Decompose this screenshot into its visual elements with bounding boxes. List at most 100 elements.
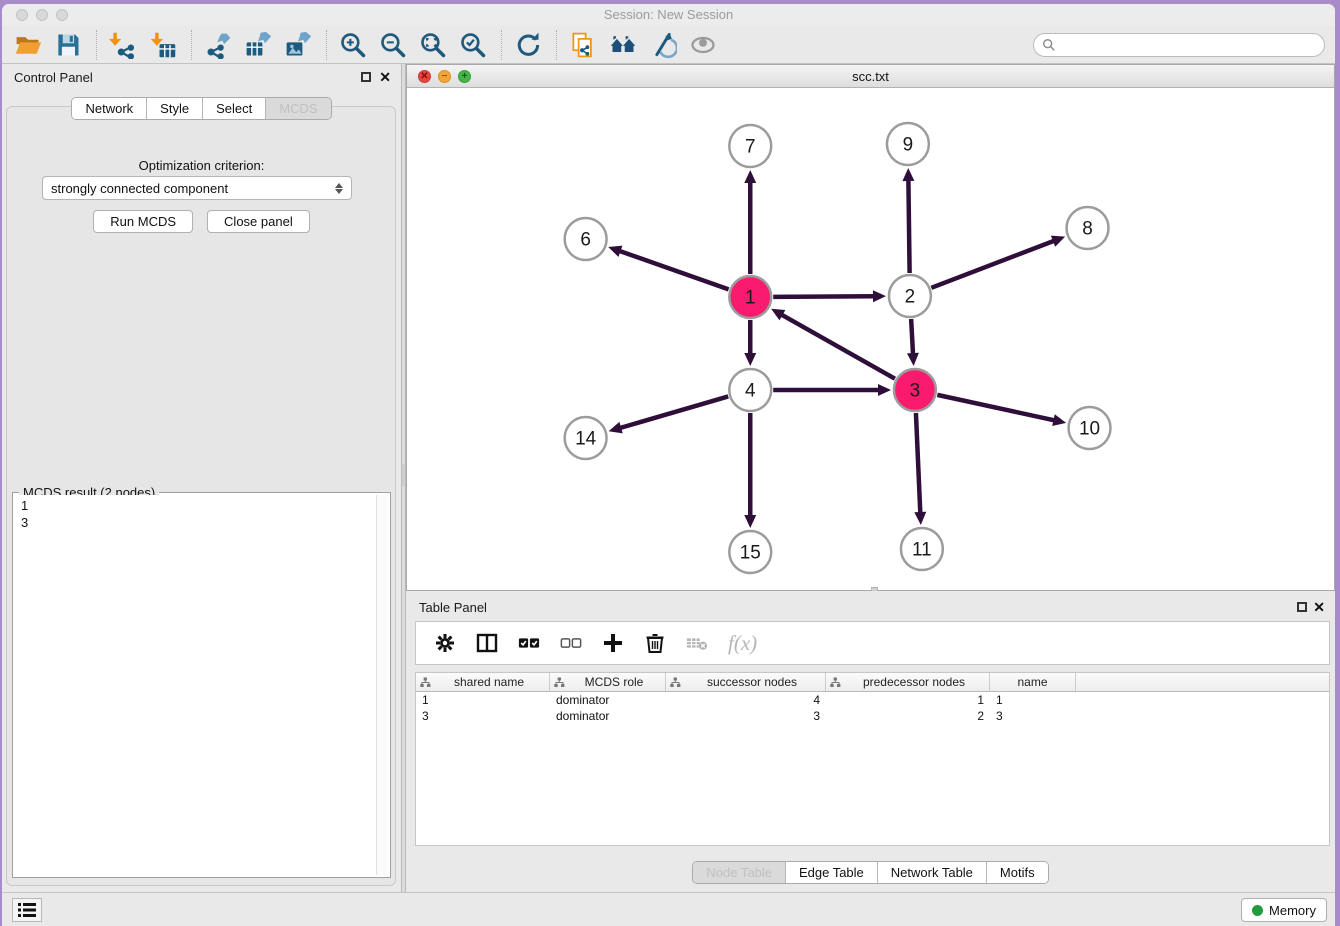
network-edge-2-3[interactable] [911,319,913,355]
network-node-9[interactable]: 9 [887,123,929,165]
node-label: 10 [1079,418,1100,439]
node-table-body: 1dominator4113dominator323 [416,692,1329,724]
network-edge-4-14[interactable] [619,396,728,428]
zoom-out-icon[interactable] [377,29,409,61]
column-header-shared-name[interactable]: shared name [416,673,550,691]
deselect-all-icon[interactable] [560,632,582,654]
delete-row-icon[interactable] [644,632,666,654]
cell-MCDS-role[interactable]: dominator [550,708,666,724]
table-row[interactable]: 3dominator323 [416,708,1329,724]
table-row[interactable]: 1dominator411 [416,692,1329,708]
network-node-6[interactable]: 6 [565,218,607,260]
column-header-name[interactable]: name [990,673,1076,691]
show-hide-graphics-details-icon[interactable] [647,29,679,61]
dropdown-value: strongly connected component [51,181,228,196]
column-header-MCDS-role[interactable]: MCDS role [550,673,666,691]
save-session-icon[interactable] [52,29,84,61]
main-toolbar [2,26,1335,64]
network-edge-3-1[interactable] [781,314,895,379]
cell-successor-nodes[interactable]: 4 [666,692,826,708]
tab-select[interactable]: Select [203,98,266,119]
optimization-criterion-dropdown[interactable]: strongly connected component [42,176,352,200]
cell-name[interactable]: 1 [990,692,1076,708]
cell-MCDS-role[interactable]: dominator [550,692,666,708]
cell-predecessor-nodes[interactable]: 1 [826,692,990,708]
zoom-fit-content-icon[interactable] [417,29,449,61]
network-edge-1-6[interactable] [619,251,729,290]
network-edge-2-8[interactable] [931,240,1055,287]
mcds-result-list[interactable]: 13 [15,495,375,875]
tab-network-table[interactable]: Network Table [878,862,987,883]
edge-arrowhead [902,168,914,181]
table-panel-tabs: Node TableEdge TableNetwork TableMotifs [406,861,1335,884]
cell-shared-name[interactable]: 1 [416,692,550,708]
network-node-1[interactable]: 1 [729,276,771,318]
open-session-icon[interactable] [12,29,44,61]
network-node-15[interactable]: 15 [729,531,771,573]
network-edge-3-11[interactable] [916,413,920,514]
divider-grip[interactable] [402,464,405,486]
close-panel-button[interactable]: Close panel [207,210,310,233]
export-image-icon[interactable] [282,29,314,61]
network-graph[interactable]: 7 9 6 8 1 2 4 3 14 10 15 11 [407,88,1334,590]
network-node-3[interactable]: 3 [894,369,936,411]
network-node-11[interactable]: 11 [901,528,943,570]
network-node-2[interactable]: 2 [889,275,931,317]
network-view-titlebar[interactable]: ✕ − + scc.txt [407,65,1334,88]
search-input[interactable] [1056,35,1324,55]
float-table-panel-icon[interactable] [1297,602,1307,612]
import-table-icon[interactable] [147,29,179,61]
zoom-selected-icon[interactable] [457,29,489,61]
delete-column-icon[interactable] [686,632,708,654]
import-network-icon[interactable] [107,29,139,61]
tab-style[interactable]: Style [147,98,203,119]
function-builder-icon[interactable]: f(x) [728,631,757,656]
network-node-14[interactable]: 14 [565,417,607,459]
refresh-icon[interactable] [512,29,544,61]
export-network-icon[interactable] [202,29,234,61]
column-type-icon [830,677,841,688]
mcds-result-item[interactable]: 1 [21,497,375,514]
gear-icon[interactable] [434,632,456,654]
export-table-icon[interactable] [242,29,274,61]
node-label: 11 [912,539,932,560]
float-panel-icon[interactable] [361,72,371,82]
task-history-button[interactable] [12,898,42,922]
zoom-in-icon[interactable] [337,29,369,61]
search-icon [1042,38,1056,52]
node-table-header: shared nameMCDS rolesuccessor nodesprede… [416,673,1329,692]
clone-network-icon[interactable] [567,29,599,61]
cell-name[interactable]: 3 [990,708,1076,724]
network-node-7[interactable]: 7 [729,125,771,167]
tab-mcds[interactable]: MCDS [266,98,330,119]
column-header-successor-nodes[interactable]: successor nodes [666,673,826,691]
tab-network[interactable]: Network [72,98,147,119]
network-node-10[interactable]: 10 [1069,407,1111,449]
memory-button[interactable]: Memory [1241,898,1327,922]
cell-shared-name[interactable]: 3 [416,708,550,724]
tab-edge-table[interactable]: Edge Table [786,862,878,883]
close-table-panel-icon[interactable]: ✕ [1313,598,1325,616]
select-all-icon[interactable] [518,632,540,654]
network-canvas[interactable]: 7 9 6 8 1 2 4 3 14 10 15 11 [407,88,1334,590]
network-edge-2-9[interactable] [908,179,909,273]
network-node-4[interactable]: 4 [729,369,771,411]
network-node-8[interactable]: 8 [1067,207,1109,249]
mcds-result-item[interactable]: 3 [21,514,375,531]
columns-icon[interactable] [476,632,498,654]
edge-arrowhead [608,246,622,257]
tab-node-table[interactable]: Node Table [693,862,786,883]
run-mcds-button[interactable]: Run MCDS [93,210,193,233]
tab-motifs[interactable]: Motifs [987,862,1048,883]
close-panel-icon[interactable]: ✕ [379,68,391,86]
cell-successor-nodes[interactable]: 3 [666,708,826,724]
eye-icon[interactable] [687,29,719,61]
network-edge-1-2[interactable] [773,296,875,297]
add-row-icon[interactable] [602,632,624,654]
mcds-result-scrollbar[interactable] [376,495,388,875]
home-icon[interactable] [607,29,639,61]
column-header-predecessor-nodes[interactable]: predecessor nodes [826,673,990,691]
cell-predecessor-nodes[interactable]: 2 [826,708,990,724]
network-edge-3-10[interactable] [937,395,1055,421]
search-box[interactable] [1033,33,1325,57]
